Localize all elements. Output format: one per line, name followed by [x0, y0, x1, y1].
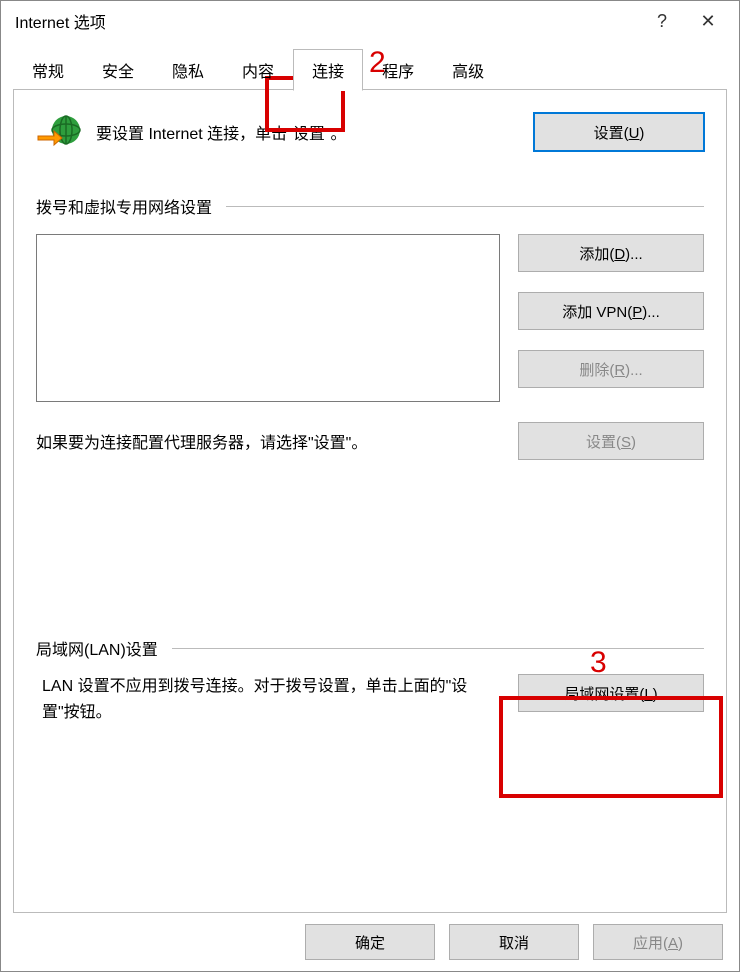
lan-settings-button[interactable]: 局域网设置(L): [518, 674, 704, 712]
apply-button-label: 应用(A): [633, 932, 683, 953]
tab-general[interactable]: 常规: [13, 49, 83, 90]
tab-programs[interactable]: 程序: [363, 49, 433, 90]
divider: [226, 206, 704, 207]
titlebar: Internet 选项 ? ✕: [1, 1, 739, 41]
lan-section-label: 局域网(LAN)设置: [36, 636, 704, 660]
dial-area: 添加(D)... 添加 VPN(P)... 删除(R)...: [36, 234, 704, 402]
tab-advanced[interactable]: 高级: [433, 49, 503, 90]
setup-button-label: 设置(U): [594, 122, 645, 143]
connections-listbox[interactable]: [36, 234, 500, 402]
dial-buttons: 添加(D)... 添加 VPN(P)... 删除(R)...: [518, 234, 704, 402]
proxy-text: 如果要为连接配置代理服务器，请选择"设置"。: [36, 429, 500, 453]
tab-strip: 常规 安全 隐私 内容 连接 程序 高级: [1, 49, 739, 90]
globe-arrow-icon: [36, 112, 82, 152]
remove-button-label: 删除(R)...: [579, 359, 642, 380]
lan-row: LAN 设置不应用到拨号连接。对于拨号设置，单击上面的"设置"按钮。 局域网设置…: [36, 674, 704, 727]
help-button[interactable]: ?: [639, 1, 685, 41]
ok-button[interactable]: 确定: [305, 924, 435, 960]
dial-settings-label: 设置(S): [586, 431, 636, 452]
tab-security[interactable]: 安全: [83, 49, 153, 90]
add-vpn-button[interactable]: 添加 VPN(P)...: [518, 292, 704, 330]
dial-settings-button: 设置(S): [518, 422, 704, 460]
setup-button[interactable]: 设置(U): [534, 113, 704, 151]
cancel-button[interactable]: 取消: [449, 924, 579, 960]
lan-section: 3 局域网(LAN)设置 LAN 设置不应用到拨号连接。对于拨号设置，单击上面的…: [36, 636, 704, 727]
setup-row: 要设置 Internet 连接，单击"设置"。 设置(U): [36, 112, 704, 152]
divider: [172, 648, 704, 649]
tab-connections[interactable]: 连接: [293, 49, 363, 91]
lan-label-text: 局域网(LAN)设置: [36, 636, 158, 660]
tab-content-panel: 2 要设置 Internet 连接，单击"设置"。 设置(U) 拨号和虚拟专用网…: [13, 90, 727, 913]
add-button-label: 添加(D)...: [579, 243, 642, 264]
dialog-footer: 确定 取消 应用(A): [1, 913, 739, 971]
apply-button: 应用(A): [593, 924, 723, 960]
add-button[interactable]: 添加(D)...: [518, 234, 704, 272]
lan-text: LAN 设置不应用到拨号连接。对于拨号设置，单击上面的"设置"按钮。: [36, 674, 500, 727]
dial-label-text: 拨号和虚拟专用网络设置: [36, 194, 212, 218]
tab-privacy[interactable]: 隐私: [153, 49, 223, 90]
internet-options-dialog: Internet 选项 ? ✕ 常规 安全 隐私 内容 连接 程序 高级 2 要…: [0, 0, 740, 972]
window-title: Internet 选项: [15, 9, 639, 33]
tab-content[interactable]: 内容: [223, 49, 293, 90]
proxy-row: 如果要为连接配置代理服务器，请选择"设置"。 设置(S): [36, 422, 704, 460]
lan-settings-label: 局域网设置(L): [564, 683, 657, 704]
close-button[interactable]: ✕: [685, 1, 731, 41]
add-vpn-button-label: 添加 VPN(P)...: [562, 301, 660, 322]
setup-text: 要设置 Internet 连接，单击"设置"。: [96, 120, 520, 144]
dial-section-label: 拨号和虚拟专用网络设置: [36, 194, 704, 218]
remove-button: 删除(R)...: [518, 350, 704, 388]
